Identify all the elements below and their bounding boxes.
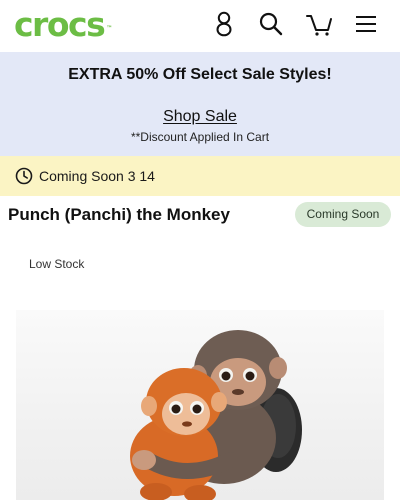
- product-gallery: Low Stock: [0, 236, 400, 500]
- shop-sale-link[interactable]: Shop Sale: [163, 108, 237, 125]
- product-title: Punch (Panchi) the Monkey: [8, 205, 230, 224]
- cart-icon[interactable]: [305, 9, 333, 39]
- shop-sale-link-wrap: Shop Sale: [0, 107, 400, 127]
- clock-icon: [15, 167, 33, 185]
- coming-soon-date: Coming Soon 3 14: [39, 168, 155, 184]
- monkey-charm-image[interactable]: [16, 310, 384, 500]
- crocs-logo[interactable]: crocs ™: [14, 5, 112, 45]
- product-title-row: Punch (Panchi) the Monkey Coming Soon: [0, 196, 400, 236]
- menu-icon[interactable]: [352, 9, 380, 39]
- search-icon[interactable]: [257, 9, 285, 39]
- low-stock-label: Low Stock: [29, 257, 85, 271]
- coming-soon-badge: Coming Soon: [295, 202, 391, 227]
- logo-text: crocs: [14, 5, 106, 44]
- logo-trademark: ™: [106, 25, 113, 32]
- promo-note: **Discount Applied In Cart: [130, 130, 270, 144]
- coming-soon-bar: Coming Soon 3 14: [0, 156, 400, 196]
- site-header: crocs ™: [0, 0, 400, 52]
- promo-banner: EXTRA 50% Off Select Sale Styles! Shop S…: [0, 52, 400, 156]
- promo-headline: EXTRA 50% Off Select Sale Styles!: [68, 66, 332, 83]
- account-icon[interactable]: [210, 9, 238, 39]
